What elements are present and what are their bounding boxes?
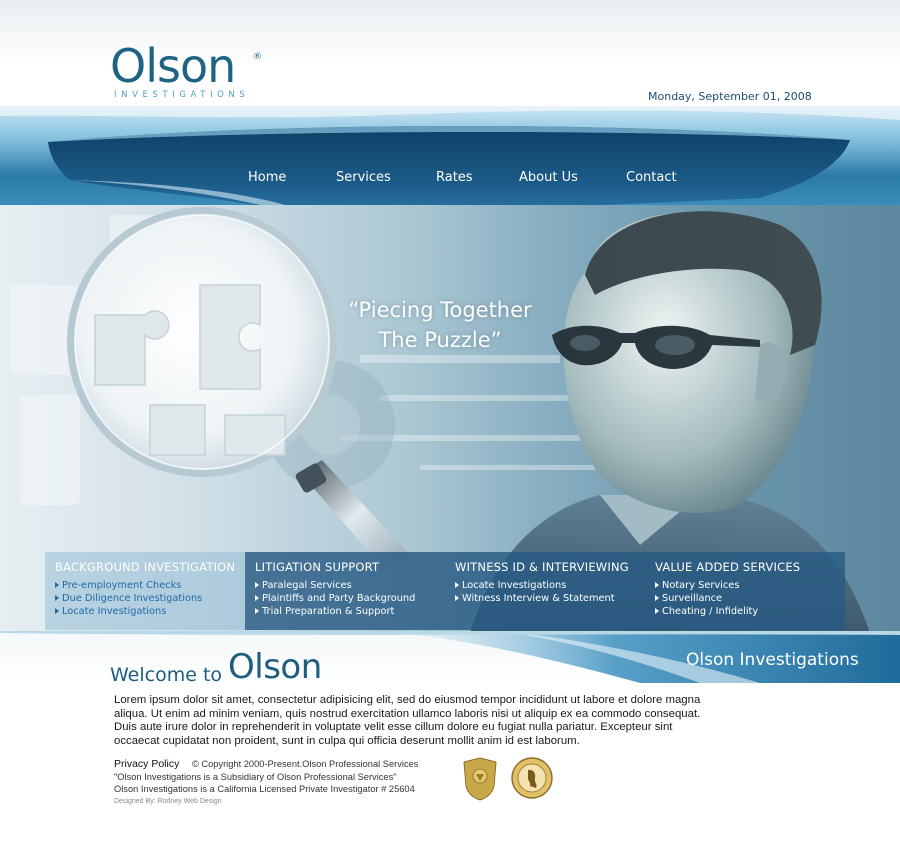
service-title: WITNESS ID & INTERVIEWING xyxy=(455,560,629,574)
arrow-right-icon xyxy=(55,595,59,601)
current-date: Monday, September 01, 2008 xyxy=(648,90,812,103)
service-link[interactable]: Surveillance xyxy=(655,592,758,605)
tagline-line-2: The Puzzle” xyxy=(378,328,502,352)
arrow-right-icon xyxy=(455,595,459,601)
privacy-policy-link[interactable]: Privacy Policy xyxy=(114,758,179,770)
designed-by-link[interactable]: Designed By: Rodney Web Design xyxy=(114,796,454,808)
service-links: Notary Services Surveillance Cheating / … xyxy=(655,579,758,618)
subsidiary-text: "Olson Investigations is a Subsidiary of… xyxy=(114,771,397,782)
nav-rates[interactable]: Rates xyxy=(436,170,473,185)
welcome-band: Welcome to Olson Olson Investigations xyxy=(0,631,900,687)
service-link[interactable]: Notary Services xyxy=(655,579,758,592)
arrow-right-icon xyxy=(655,608,659,614)
logo-subtitle: INVESTIGATIONS xyxy=(114,90,250,100)
nav-services[interactable]: Services xyxy=(336,170,391,185)
service-link[interactable]: Trial Preparation & Support xyxy=(255,605,415,618)
investigator-badge-icon xyxy=(463,757,497,801)
service-link[interactable]: Due Diligence Investigations xyxy=(55,592,202,605)
welcome-paragraph: Lorem ipsum dolor sit amet, consectetur … xyxy=(114,694,701,747)
service-title: LITIGATION SUPPORT xyxy=(255,560,380,574)
service-column-background: BACKGROUND INVESTIGATION Pre-employment … xyxy=(45,552,245,630)
main-navigation: Home Services Rates About Us Contact xyxy=(0,170,900,194)
copyright-text: © Copyright 2000-Present.Olson Professio… xyxy=(191,759,419,769)
arrow-right-icon xyxy=(55,608,59,614)
services-bar: BACKGROUND INVESTIGATION Pre-employment … xyxy=(45,552,845,632)
nav-home[interactable]: Home xyxy=(248,170,286,185)
service-links: Pre-employment Checks Due Diligence Inve… xyxy=(55,579,202,618)
service-column-witness: WITNESS ID & INTERVIEWING Locate Investi… xyxy=(445,552,645,630)
arrow-right-icon xyxy=(455,582,459,588)
page: Olson ® INVESTIGATIONS Monday, September… xyxy=(0,0,900,848)
arrow-right-icon xyxy=(255,582,259,588)
arrow-right-icon xyxy=(55,582,59,588)
service-links: Locate Investigations Witness Interview … xyxy=(455,579,615,605)
header: Olson ® INVESTIGATIONS Monday, September… xyxy=(0,0,900,110)
california-seal-icon xyxy=(511,757,553,799)
hero-tagline: “Piecing Together The Puzzle” xyxy=(330,295,550,355)
nav-about-us[interactable]: About Us xyxy=(519,170,578,185)
service-link[interactable]: Cheating / Infidelity xyxy=(655,605,758,618)
service-link[interactable]: Plaintiffs and Party Background xyxy=(255,592,415,605)
arrow-right-icon xyxy=(255,595,259,601)
welcome-to-label: Welcome to xyxy=(110,664,223,686)
service-link[interactable]: Locate Investigations xyxy=(455,579,615,592)
nav-contact[interactable]: Contact xyxy=(626,170,677,185)
footer-line-1: Privacy Policy © Copyright 2000-Present.… xyxy=(114,758,454,771)
license-text: Olson Investigations is a California Lic… xyxy=(114,784,415,794)
tagline-line-1: “Piecing Together xyxy=(348,298,532,322)
credential-badges xyxy=(462,756,562,802)
service-link[interactable]: Paralegal Services xyxy=(255,579,415,592)
service-column-value-added: VALUE ADDED SERVICES Notary Services Sur… xyxy=(645,552,845,630)
logo-wordmark: Olson xyxy=(110,39,236,93)
service-title: VALUE ADDED SERVICES xyxy=(655,560,801,574)
registered-mark: ® xyxy=(253,52,262,62)
service-links: Paralegal Services Plaintiffs and Party … xyxy=(255,579,415,618)
olson-logo[interactable]: Olson ® INVESTIGATIONS xyxy=(110,40,270,104)
service-title: BACKGROUND INVESTIGATION xyxy=(55,560,236,574)
service-column-litigation: LITIGATION SUPPORT Paralegal Services Pl… xyxy=(245,552,445,630)
welcome-olson-heading: Olson xyxy=(228,647,322,687)
olson-investigations-title: Olson Investigations xyxy=(686,650,859,670)
arrow-right-icon xyxy=(655,582,659,588)
footer: Privacy Policy © Copyright 2000-Present.… xyxy=(114,758,454,808)
badge-graphics xyxy=(463,757,553,801)
service-link[interactable]: Witness Interview & Statement xyxy=(455,592,615,605)
service-link[interactable]: Locate Investigations xyxy=(55,605,202,618)
arrow-right-icon xyxy=(655,595,659,601)
arrow-right-icon xyxy=(255,608,259,614)
service-link[interactable]: Pre-employment Checks xyxy=(55,579,202,592)
